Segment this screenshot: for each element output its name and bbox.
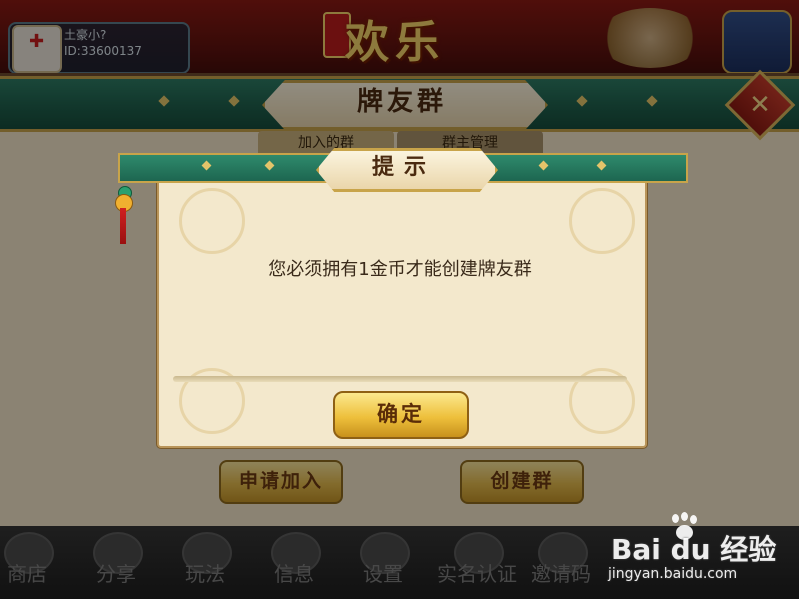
confirm-button[interactable]: 确定 <box>333 391 469 439</box>
cloud-ornament-icon <box>179 188 245 254</box>
watermark-logo: Bai du 经验 <box>611 533 777 566</box>
tassel-icon <box>120 208 126 244</box>
tip-dialog-title: 提示 <box>371 154 436 180</box>
divider <box>173 376 627 382</box>
cloud-ornament-icon <box>569 188 635 254</box>
tip-message: 您必须拥有1金币才能创建牌友群 <box>268 259 532 280</box>
watermark-url: jingyan.baidu.com <box>608 566 738 582</box>
